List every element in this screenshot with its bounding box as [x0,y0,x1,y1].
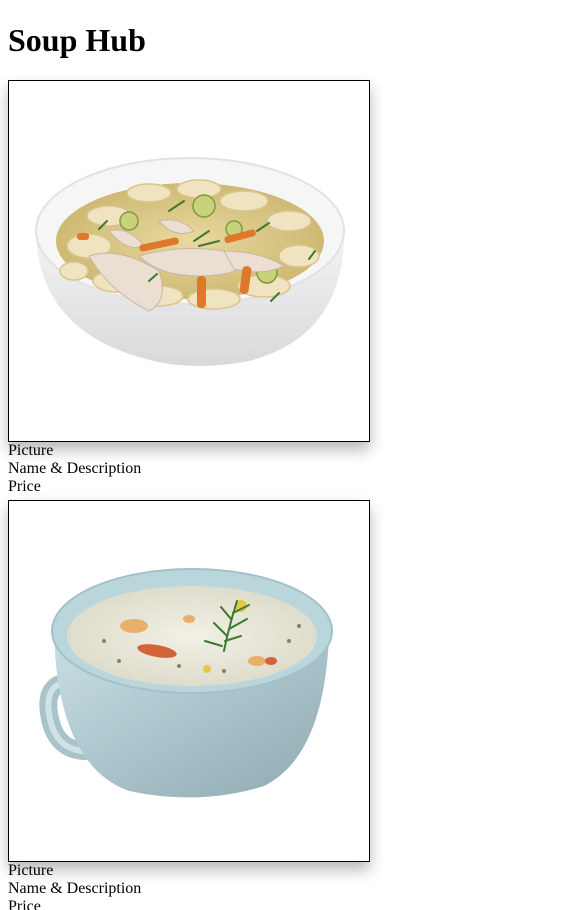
menu-item-card: Picture Name & Description Price [8,500,370,910]
price-label: Price [8,478,41,495]
soup-image-frame [8,80,370,442]
menu-item-card: Picture Name & Description Price [8,80,370,496]
chicken-noodle-soup-image [35,157,345,366]
name-description-label: Name & Description [8,880,142,897]
picture-label: Picture [8,862,54,879]
picture-label: Picture [8,442,54,459]
price-label: Price [8,898,41,910]
creamy-chowder-image [39,568,333,798]
name-description-label: Name & Description [8,460,142,477]
soup-image-frame [8,500,370,862]
page-title: Soup Hub [8,22,146,58]
